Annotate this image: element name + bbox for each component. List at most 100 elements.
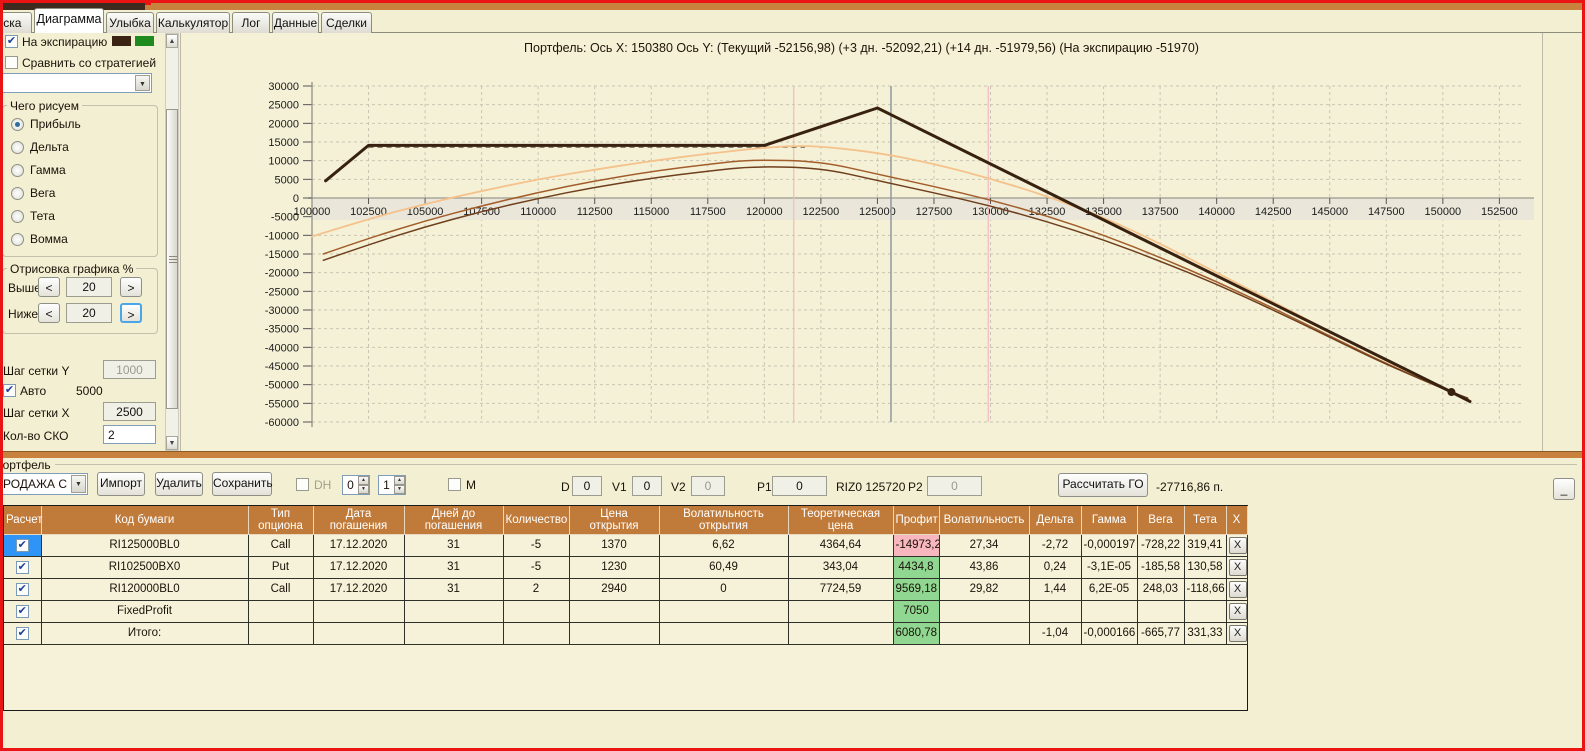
scroll-up-icon[interactable]: ▲	[166, 34, 178, 48]
row-delete-button[interactable]: X	[1228, 624, 1246, 642]
sidebar-scrollbar[interactable]: ▲ ▼	[165, 33, 179, 451]
cell-vega: 248,03	[1136, 577, 1185, 601]
col-header-delta[interactable]: Дельта	[1028, 506, 1082, 535]
tab-оска[interactable]: оска	[0, 12, 32, 33]
on-expiration-checkbox[interactable]	[5, 35, 18, 48]
radio-Гамма[interactable]	[11, 164, 24, 177]
cell-delta: 0,24	[1028, 555, 1082, 579]
col-header-theo[interactable]: Теоретическая цена	[787, 506, 894, 535]
cell-profit: -14973,2	[892, 533, 940, 557]
col-header-days[interactable]: Дней до погашения	[403, 506, 504, 535]
calc-cell[interactable]	[4, 555, 42, 579]
scrollbar-thumb[interactable]	[166, 109, 178, 409]
below-increase-button[interactable]: >	[120, 303, 142, 323]
below-decrease-button[interactable]: <	[38, 303, 60, 323]
col-header-open_vol[interactable]: Волатильность открытия	[658, 506, 789, 535]
v1-field[interactable]: 0	[632, 476, 662, 496]
cell-code: RI120000BL0	[40, 577, 249, 601]
delete-button[interactable]: Удалить	[155, 472, 203, 496]
spinner-2[interactable]: 1 ▲ ▼	[378, 475, 406, 495]
radio-Тета[interactable]	[11, 210, 24, 223]
spin-up-icon[interactable]: ▲	[358, 476, 369, 485]
col-header-profit[interactable]: Профит	[892, 506, 940, 535]
d-field[interactable]: 0	[572, 476, 602, 496]
col-header-qty[interactable]: Количество	[502, 506, 570, 535]
profit-color-swatch[interactable]	[135, 36, 154, 46]
sko-field[interactable]: 2	[103, 425, 156, 444]
chevron-down-icon[interactable]: ▼	[135, 75, 150, 91]
radio-Дельта[interactable]	[11, 141, 24, 154]
svg-text:-55000: -55000	[265, 398, 299, 410]
calc-cell[interactable]	[4, 533, 42, 557]
calc-cell[interactable]	[4, 621, 42, 645]
p1-field[interactable]: 0	[772, 476, 827, 496]
col-header-code[interactable]: Код бумаги	[40, 506, 249, 535]
strategy-combo[interactable]: ▼	[1, 73, 152, 93]
chevron-down-icon[interactable]: ▼	[71, 475, 86, 493]
svg-text:115000: 115000	[633, 206, 669, 218]
col-header-open_price[interactable]: Цена открытия	[568, 506, 660, 535]
cell-date: 17.12.2020	[312, 533, 405, 557]
row-delete-button[interactable]: X	[1228, 536, 1246, 554]
col-header-type[interactable]: Тип опциона	[247, 506, 314, 535]
svg-text:-45000: -45000	[265, 361, 299, 373]
tab-Улыбка[interactable]: Улыбка	[106, 12, 154, 33]
cell-open_vol: 60,49	[658, 555, 789, 579]
row-delete-button[interactable]: X	[1228, 602, 1246, 620]
pnl-chart[interactable]: 100000 102500 105000 107500 110000 112500 1150…	[180, 33, 1543, 451]
tab-Данные[interactable]: Данные	[272, 12, 319, 33]
calc-cell[interactable]	[4, 577, 42, 601]
m-checkbox[interactable]	[448, 478, 461, 491]
col-header-gamma[interactable]: Гамма	[1080, 506, 1138, 535]
minimize-button[interactable]: _	[1553, 478, 1575, 500]
radio-Вега[interactable]	[11, 187, 24, 200]
above-decrease-button[interactable]: <	[38, 277, 60, 297]
radio-Прибыль[interactable]	[11, 118, 24, 131]
col-header-vega[interactable]: Вега	[1136, 506, 1185, 535]
tab-Калькулятор[interactable]: Калькулятор	[156, 12, 230, 33]
above-increase-button[interactable]: >	[120, 277, 142, 297]
below-value-field[interactable]: 20	[66, 303, 112, 323]
col-header-vol[interactable]: Волатильность	[938, 506, 1030, 535]
cell-open_price: 1230	[568, 555, 660, 579]
v2-field[interactable]: 0	[691, 476, 725, 496]
tab-Диаграмма[interactable]: Диаграмма	[34, 8, 104, 33]
dh-checkbox[interactable]	[296, 478, 309, 491]
below-label: Ниже	[8, 307, 39, 321]
radio-label-Вега: Вега	[30, 186, 56, 200]
spin-down-icon[interactable]: ▼	[394, 485, 405, 494]
radio-label-Тета: Тета	[30, 209, 55, 223]
go-value-label: -27716,86 п.	[1156, 480, 1224, 494]
scroll-down-icon[interactable]: ▼	[166, 436, 178, 450]
cell-gamma	[1080, 599, 1138, 623]
compare-strategy-checkbox[interactable]	[5, 56, 18, 69]
p2-field[interactable]: 0	[927, 476, 982, 496]
expiration-color-swatch[interactable]	[112, 36, 131, 46]
spinner-1[interactable]: 0 ▲ ▼	[342, 475, 370, 495]
cell-theta	[1183, 599, 1227, 623]
radio-Вомма[interactable]	[11, 233, 24, 246]
above-value-field[interactable]: 20	[66, 277, 112, 297]
calc-cell[interactable]	[4, 599, 42, 623]
row-delete-button[interactable]: X	[1228, 580, 1246, 598]
app-window: оскаДиаграммаУлыбкаКалькуляторЛогДанныеС…	[0, 0, 1585, 751]
tab-Лог[interactable]: Лог	[232, 12, 270, 33]
spin-up-icon[interactable]: ▲	[394, 476, 405, 485]
row-delete-button[interactable]: X	[1228, 558, 1246, 576]
import-button[interactable]: Импорт	[97, 472, 145, 496]
col-header-date[interactable]: Дата погашения	[312, 506, 405, 535]
auto-checkbox[interactable]	[3, 384, 16, 397]
radio-label-Прибыль: Прибыль	[30, 117, 81, 131]
col-header-x[interactable]: X	[1225, 506, 1248, 535]
tab-Сделки[interactable]: Сделки	[321, 12, 372, 33]
tab-bar: оскаДиаграммаУлыбкаКалькуляторЛогДанныеС…	[0, 8, 1585, 33]
spin-down-icon[interactable]: ▼	[358, 485, 369, 494]
save-button[interactable]: Сохранить	[212, 472, 273, 496]
grid-y-field[interactable]: 1000	[103, 360, 156, 379]
portfolio-combo[interactable]: РОДАЖА С ▼	[0, 473, 88, 495]
calc-go-button[interactable]: Рассчитать ГО	[1058, 473, 1148, 497]
grid-x-field[interactable]: 2500	[103, 402, 156, 421]
col-header-theta[interactable]: Тета	[1183, 506, 1227, 535]
row-delete-cell: X	[1225, 533, 1248, 557]
col-header-calc[interactable]: Расчет	[4, 506, 43, 535]
